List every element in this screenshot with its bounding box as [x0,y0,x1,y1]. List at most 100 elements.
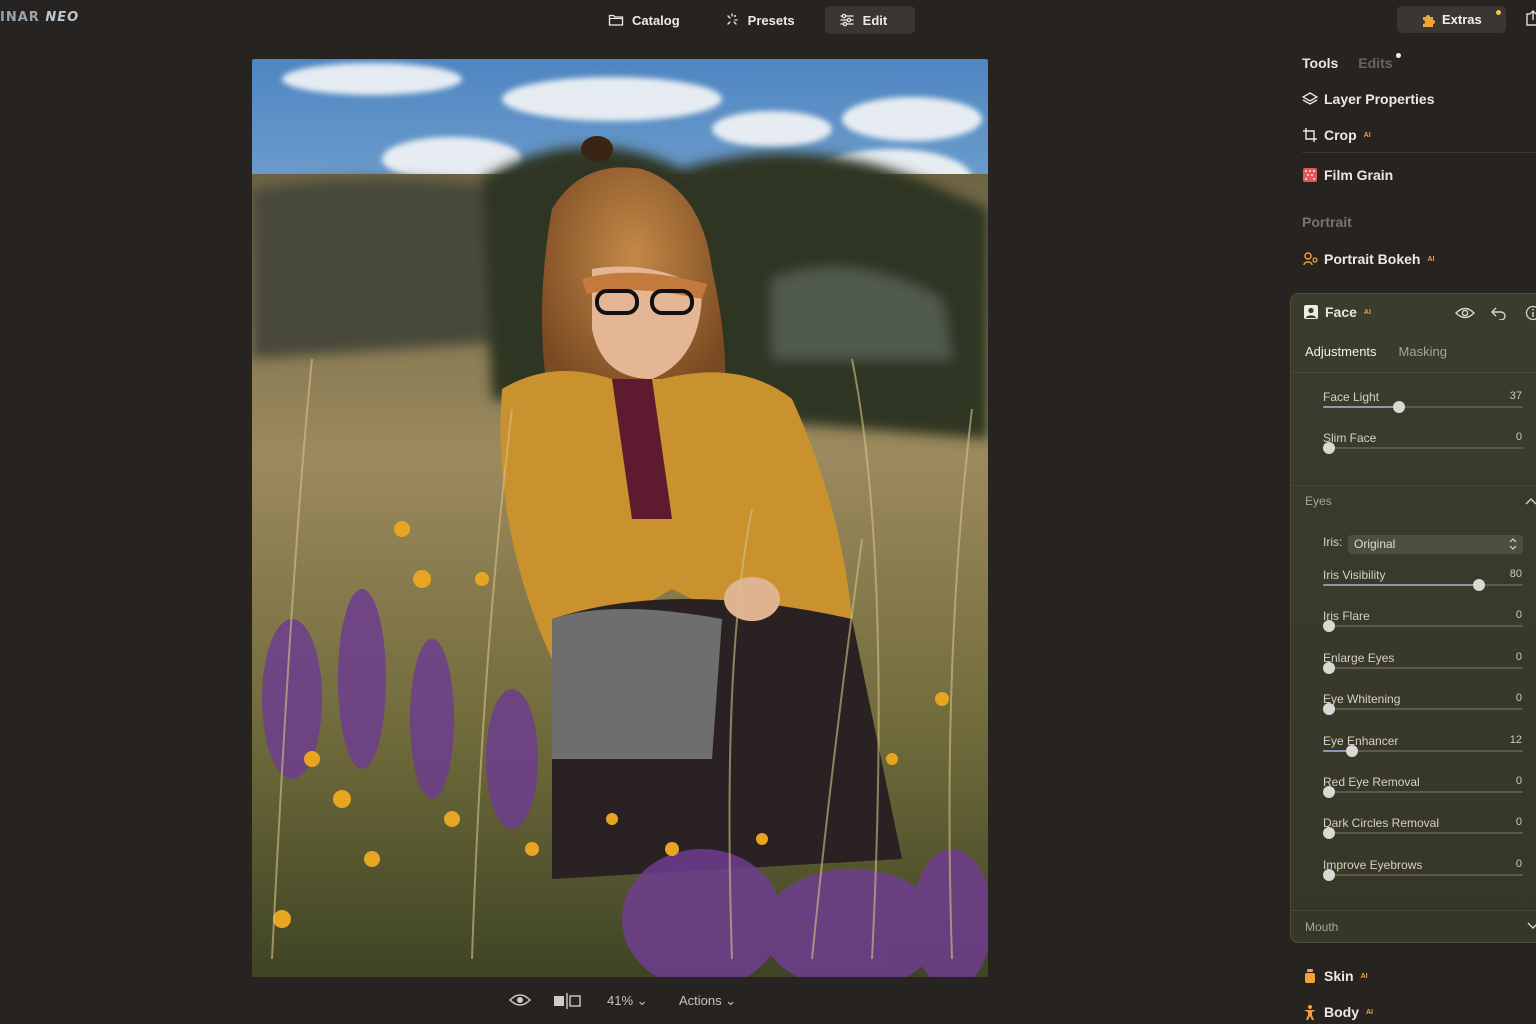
slider-handle[interactable] [1323,827,1335,840]
zoom-value: 41% [607,993,634,1008]
slider-fill [1323,749,1347,752]
face-portrait-icon [1304,305,1318,319]
slider-row[interactable]: Enlarge Eyes 0 [1323,651,1523,677]
slider-track[interactable] [1323,620,1523,633]
face-tool-panel: Face AI Adjustments Masking Face Light 37 S… [1290,293,1536,943]
puzzle-icon [1423,14,1435,27]
slider-handle[interactable] [1323,661,1335,674]
chevron-updown-icon [1509,538,1517,550]
slider-track[interactable] [1323,744,1523,757]
undo-icon[interactable] [1489,305,1509,321]
slider-value: 37 [1509,390,1522,402]
extras-button[interactable]: Extras [1397,6,1506,33]
skin-label: Skin [1324,968,1354,984]
folder-icon [608,14,624,26]
zoom-dropdown[interactable]: 41% ⌄ [607,993,648,1009]
slider-row[interactable]: Iris Flare 0 [1323,609,1523,635]
face-header[interactable]: Face AI [1303,304,1371,320]
tool-skin[interactable]: Skin AI [1302,968,1368,984]
crop-icon [1303,128,1317,142]
chevron-down-icon[interactable] [1527,922,1536,930]
slider-track[interactable] [1323,827,1523,840]
slider-row[interactable]: Face Light 37 [1323,390,1523,416]
tool-layer-properties[interactable]: Layer Properties [1302,91,1435,107]
ai-badge: AI [1363,308,1371,316]
slider-row[interactable]: Iris Visibility 80 [1323,568,1523,594]
edits-dot [1395,53,1401,58]
slider-handle[interactable] [1473,579,1486,591]
slider-row[interactable]: Red Eye Removal 0 [1323,775,1523,801]
actions-dropdown[interactable]: Actions ⌄ [679,993,736,1009]
slider-row[interactable]: Eye Whitening 0 [1323,692,1523,718]
slider-handle[interactable] [1323,786,1335,798]
presets-label: Presets [747,12,795,28]
ai-badge: AI [1427,255,1435,263]
tab-edits[interactable]: Edits [1358,53,1401,71]
slider-value: 0 [1515,692,1522,705]
preview-eye-icon[interactable] [508,992,532,1008]
tool-crop[interactable]: Crop AI [1302,127,1371,143]
chevron-up-icon[interactable] [1525,497,1536,505]
tab-tools[interactable]: Tools [1302,55,1338,71]
slider-handle[interactable] [1345,744,1358,757]
iris-select[interactable]: Original [1348,535,1523,554]
catalog-tab[interactable]: Catalog [594,6,706,34]
tool-film-grain[interactable]: Film Grain [1302,167,1393,183]
divider [1291,372,1536,373]
tab-masking[interactable]: Masking [1399,344,1447,359]
slider-row[interactable]: Improve Eyebrows 0 [1323,858,1523,884]
photo-canvas[interactable] [252,59,988,977]
slider-track[interactable] [1323,442,1523,454]
export-icon[interactable] [1526,10,1536,26]
tool-portrait-bokeh[interactable]: Portrait Bokeh AI [1302,251,1434,267]
slider-track[interactable] [1323,401,1523,413]
slider-track[interactable] [1323,786,1523,798]
slider-label: Face Light [1323,390,1380,404]
top-navigation: Catalog Presets Edit [594,6,916,34]
logo-text-right: NEO [45,10,80,25]
slider-value: 80 [1509,568,1522,580]
slider-label: Dark Circles Removal [1323,816,1440,831]
sliders-icon [840,13,854,27]
slider-value: 0 [1515,609,1522,622]
slider-row[interactable]: Dark Circles Removal 0 [1323,816,1523,842]
divider [1302,152,1536,153]
slider-track[interactable] [1323,868,1523,881]
portrait-bokeh-label: Portrait Bokeh [1324,251,1421,267]
layers-icon [1302,92,1318,105]
slider-track[interactable] [1323,703,1523,716]
info-icon[interactable] [1523,305,1536,321]
logo-text-left: INAR [0,10,40,25]
bokeh-icon [1303,252,1318,266]
slider-handle[interactable] [1323,703,1335,716]
slider-value: 0 [1515,775,1522,787]
slider-label: Improve Eyebrows [1323,857,1423,872]
iris-label: Iris: [1323,535,1343,549]
slider-label: Enlarge Eyes [1323,650,1395,665]
slider-handle[interactable] [1323,868,1335,881]
tab-edits-label: Edits [1358,55,1393,71]
presets-tab[interactable]: Presets [710,6,821,34]
slider-handle[interactable] [1392,401,1405,413]
slider-track[interactable] [1323,579,1523,591]
tab-adjustments[interactable]: Adjustments [1305,344,1377,359]
edit-tab[interactable]: Edit [824,6,916,34]
section-mouth[interactable]: Mouth [1305,920,1338,934]
slider-handle[interactable] [1323,620,1335,633]
slider-row[interactable]: Slim Face 0 [1323,431,1523,457]
slider-track[interactable] [1323,661,1523,674]
slider-row[interactable]: Eye Enhancer 12 [1323,734,1523,760]
visibility-eye-icon[interactable] [1455,305,1475,321]
divider [1291,910,1536,911]
section-eyes[interactable]: Eyes [1305,494,1332,508]
crop-label: Crop [1324,127,1357,143]
compare-icon[interactable] [553,993,581,1009]
face-title: Face [1325,304,1357,320]
slider-handle[interactable] [1323,442,1335,454]
slider-label: Eye Enhancer [1323,733,1399,748]
tool-body[interactable]: Body AI [1302,1004,1373,1020]
section-portrait: Portrait [1302,214,1352,230]
slider-value: 0 [1515,650,1522,663]
slider-label: Iris Visibility [1323,568,1386,582]
catalog-label: Catalog [632,12,680,28]
